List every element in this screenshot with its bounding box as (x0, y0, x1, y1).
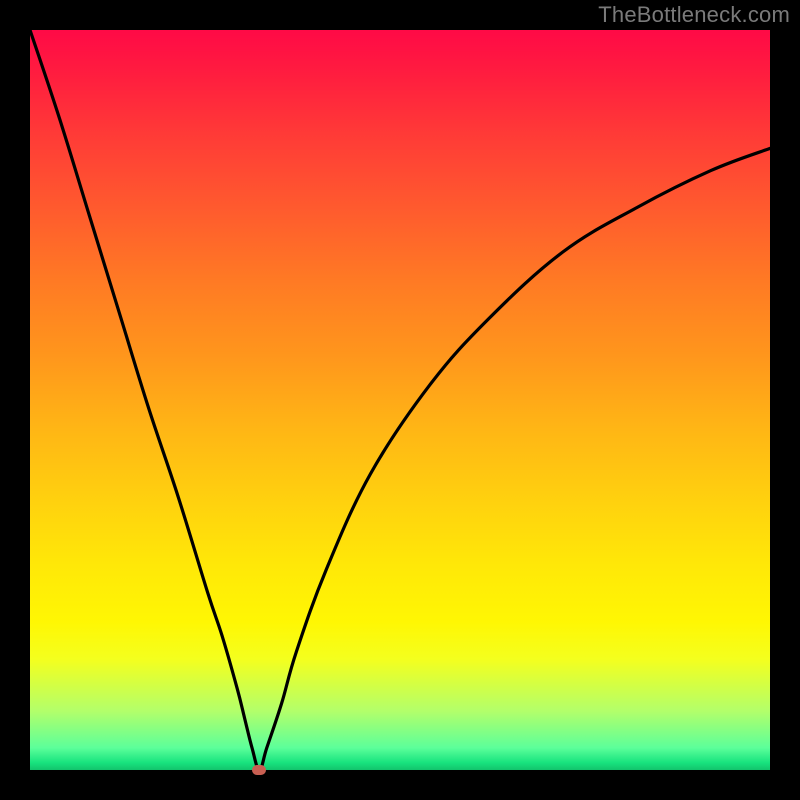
optimum-marker (252, 765, 266, 775)
bottleneck-curve (30, 30, 770, 770)
chart-frame: TheBottleneck.com (0, 0, 800, 800)
plot-area (30, 30, 770, 770)
watermark-text: TheBottleneck.com (598, 2, 790, 28)
curve-svg (30, 30, 770, 770)
